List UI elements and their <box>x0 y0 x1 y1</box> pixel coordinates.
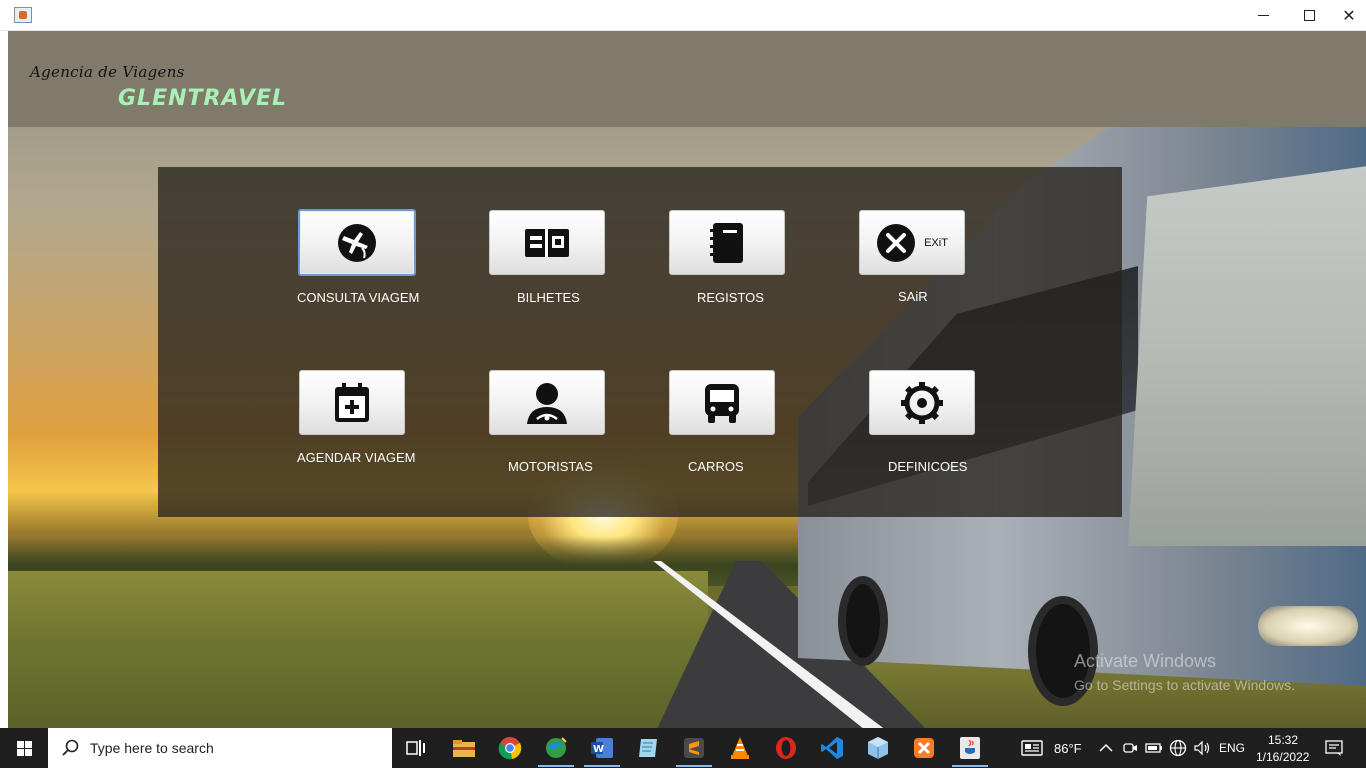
motoristas-label: MOTORISTAS <box>508 459 593 474</box>
title-bar: ✕ <box>0 0 1366 31</box>
registos-button[interactable] <box>669 210 785 275</box>
search-box[interactable]: Type here to search <box>48 728 392 768</box>
minimize-icon <box>1257 15 1269 16</box>
meet-now-icon[interactable] <box>1118 736 1142 760</box>
bilhetes-label: BILHETES <box>517 290 580 305</box>
consulta-viagem-label: CONSULTA VIAGEM <box>297 290 420 305</box>
registos-label: REGISTOS <box>697 290 764 305</box>
bus-headlight <box>1258 606 1358 646</box>
exit-x-icon <box>877 223 916 262</box>
brand-subtitle: Agencia de Viagens <box>30 63 185 81</box>
java-icon[interactable] <box>958 736 982 760</box>
active-app-indicator <box>584 765 620 767</box>
driver-icon <box>527 382 567 424</box>
notebook-icon <box>710 222 743 263</box>
header: Agencia de Viagens GLENTRAVEL <box>8 31 1366 127</box>
sublime-icon[interactable] <box>682 736 706 760</box>
virtualbox-icon[interactable] <box>866 736 890 760</box>
news-weather-icon[interactable] <box>1020 736 1044 760</box>
bus-icon <box>705 383 739 423</box>
gear-icon <box>901 381 943 424</box>
notepad-icon[interactable] <box>636 736 660 760</box>
chevron-up-icon[interactable] <box>1094 736 1118 760</box>
weather-temperature[interactable]: 86°F <box>1054 741 1082 756</box>
search-icon <box>62 739 79 756</box>
clock-time[interactable]: 15:32 <box>1268 733 1298 747</box>
active-app-indicator <box>952 765 988 767</box>
brand-title: GLENTRAVEL <box>118 86 288 111</box>
app-window: ✕ Agencia de Viagens GLENTRAVEL CONSULTA… <box>0 0 1366 728</box>
edge-icon[interactable] <box>544 736 568 760</box>
sair-button[interactable]: EXiT <box>859 210 965 275</box>
volume-icon[interactable] <box>1190 736 1214 760</box>
field <box>8 571 708 728</box>
activate-windows-title: Activate Windows <box>1074 651 1217 671</box>
chrome-icon[interactable] <box>498 736 522 760</box>
svg-text:W: W <box>593 744 604 755</box>
maximize-button[interactable] <box>1286 0 1332 31</box>
main-content: Agencia de Viagens GLENTRAVEL CONSULTA V… <box>8 31 1366 728</box>
bus-wheel <box>838 576 888 666</box>
activate-windows-hint: Go to Settings to activate Windows. <box>1074 677 1295 693</box>
battery-icon[interactable] <box>1142 736 1166 760</box>
consulta-viagem-button[interactable] <box>298 209 416 276</box>
active-app-indicator <box>538 765 574 767</box>
network-icon[interactable] <box>1166 736 1190 760</box>
definicoes-button[interactable] <box>869 370 975 435</box>
definicoes-label: DEFINICOES <box>888 459 968 474</box>
taskbar: Type here to search W 86°F ENG 15:32 1/1… <box>0 728 1366 768</box>
carros-button[interactable] <box>669 370 775 435</box>
file-explorer-icon[interactable] <box>452 736 476 760</box>
agendar-viagem-button[interactable] <box>299 370 405 435</box>
bilhetes-button[interactable] <box>489 210 605 275</box>
bus-front <box>1128 166 1366 546</box>
word-icon[interactable]: W <box>590 736 614 760</box>
close-button[interactable]: ✕ <box>1332 0 1366 31</box>
menu-panel: CONSULTA VIAGEM BILHETES REGISTOS EXiT S… <box>158 167 1122 517</box>
exit-text: EXiT <box>924 236 948 249</box>
clock-date[interactable]: 1/16/2022 <box>1256 750 1309 764</box>
motoristas-button[interactable] <box>489 370 605 435</box>
ticket-icon <box>525 228 569 257</box>
opera-icon[interactable] <box>774 736 798 760</box>
java-app-icon[interactable] <box>14 7 32 23</box>
xampp-icon[interactable] <box>912 736 936 760</box>
windows-logo-icon <box>16 740 32 756</box>
agendar-viagem-label: AGENDAR VIAGEM <box>297 450 416 465</box>
input-language[interactable]: ENG <box>1219 741 1245 755</box>
vlc-icon[interactable] <box>728 736 752 760</box>
task-view-icon[interactable] <box>404 736 428 760</box>
minimize-button[interactable] <box>1240 0 1286 31</box>
start-button[interactable] <box>0 728 48 768</box>
maximize-icon <box>1303 10 1315 21</box>
carros-label: CARROS <box>688 459 744 474</box>
globe-plane-icon <box>338 223 376 262</box>
calendar-add-icon <box>335 382 369 422</box>
sair-label: SAiR <box>898 289 928 304</box>
notifications-icon[interactable] <box>1322 736 1346 760</box>
search-placeholder: Type here to search <box>90 740 214 756</box>
active-app-indicator <box>676 765 712 767</box>
vscode-icon[interactable] <box>820 736 844 760</box>
